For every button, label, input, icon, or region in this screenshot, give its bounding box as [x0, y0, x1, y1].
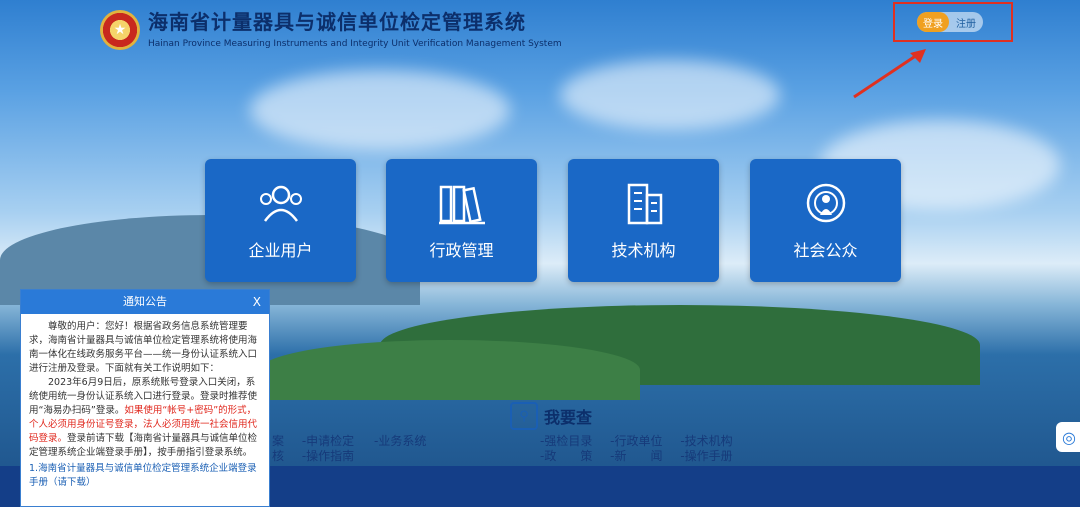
links-left: 案 -申请检定 -业务系统 核 -操作指南 — [272, 434, 426, 464]
notice-paragraph: 尊敬的用户：您好！根据省政务信息系统管理要求，海南省计量器具与诚信单位检定管理系… — [29, 321, 258, 374]
close-icon[interactable]: X — [253, 290, 261, 314]
notice-body: 尊敬的用户：您好！根据省政务信息系统管理要求，海南省计量器具与诚信单位检定管理系… — [21, 314, 269, 496]
auth-toggle: 登录 注册 — [917, 12, 983, 32]
site-header: ★ 海南省计量器具与诚信单位检定管理系统 Hainan Province Mea… — [100, 10, 562, 50]
tile-administration[interactable]: 行政管理 — [386, 159, 537, 282]
tile-label: 社会公众 — [793, 240, 858, 260]
links-right: -强检目录 -行政单位 -技术机构 -政 策 -新 闻 -操作手册 — [540, 434, 733, 464]
link-mandatory-catalog[interactable]: -强检目录 — [540, 434, 592, 448]
link-item[interactable]: 案 — [272, 434, 284, 448]
notice-header: 通知公告 X — [21, 290, 269, 314]
tile-label: 技术机构 — [611, 240, 676, 260]
public-icon — [806, 183, 845, 222]
cloud — [250, 70, 510, 150]
link-operation-manual[interactable]: -操作手册 — [680, 449, 732, 463]
tile-public[interactable]: 社会公众 — [750, 159, 901, 282]
link-tech-institutions[interactable]: -技术机构 — [680, 434, 732, 448]
notice-paragraph: 2023年6月9日后，原系统账号登录入口关闭，系统使用统一身份认证系统入口进行登… — [29, 377, 258, 458]
link-apply-verification[interactable]: -申请检定 — [302, 434, 354, 448]
auth-highlight-box: 登录 注册 — [893, 2, 1013, 42]
floating-service-icon[interactable]: ◎ — [1056, 422, 1080, 452]
link-policy[interactable]: -政 策 — [540, 449, 592, 463]
annotation-arrow-icon — [853, 49, 926, 99]
notice-title: 通知公告 — [123, 295, 167, 308]
tile-technical-institution[interactable]: 技术机构 — [568, 159, 719, 282]
search-icon: ⚲ — [510, 402, 538, 430]
tile-label: 企业用户 — [248, 240, 313, 260]
tile-enterprise-user[interactable]: 企业用户 — [205, 159, 356, 282]
manual-download-link[interactable]: 1.海南省计量器具与诚信单位检定管理系统企业端登录手册（请下载） — [29, 462, 261, 490]
users-icon — [259, 185, 302, 222]
link-operation-guide[interactable]: -操作指南 — [302, 449, 354, 463]
link-item[interactable]: 核 — [272, 449, 284, 463]
cloud — [560, 60, 780, 130]
link-news[interactable]: -新 闻 — [610, 449, 662, 463]
island — [260, 340, 640, 400]
link-admin-units[interactable]: -行政单位 — [610, 434, 662, 448]
site-subtitle: Hainan Province Measuring Instruments an… — [148, 39, 562, 49]
notice-popup: 通知公告 X 尊敬的用户：您好！根据省政务信息系统管理要求，海南省计量器具与诚信… — [20, 289, 270, 507]
site-title: 海南省计量器具与诚信单位检定管理系统 — [148, 10, 526, 34]
emblem-icon: ★ — [100, 10, 140, 50]
binders-icon — [438, 185, 485, 224]
login-button[interactable]: 登录 — [917, 12, 949, 32]
building-icon — [627, 183, 662, 224]
register-button[interactable]: 注册 — [949, 15, 983, 30]
search-section-title: ⚲ 我要查 — [510, 402, 592, 430]
tile-label: 行政管理 — [429, 240, 494, 260]
link-business-system[interactable]: -业务系统 — [374, 434, 426, 448]
